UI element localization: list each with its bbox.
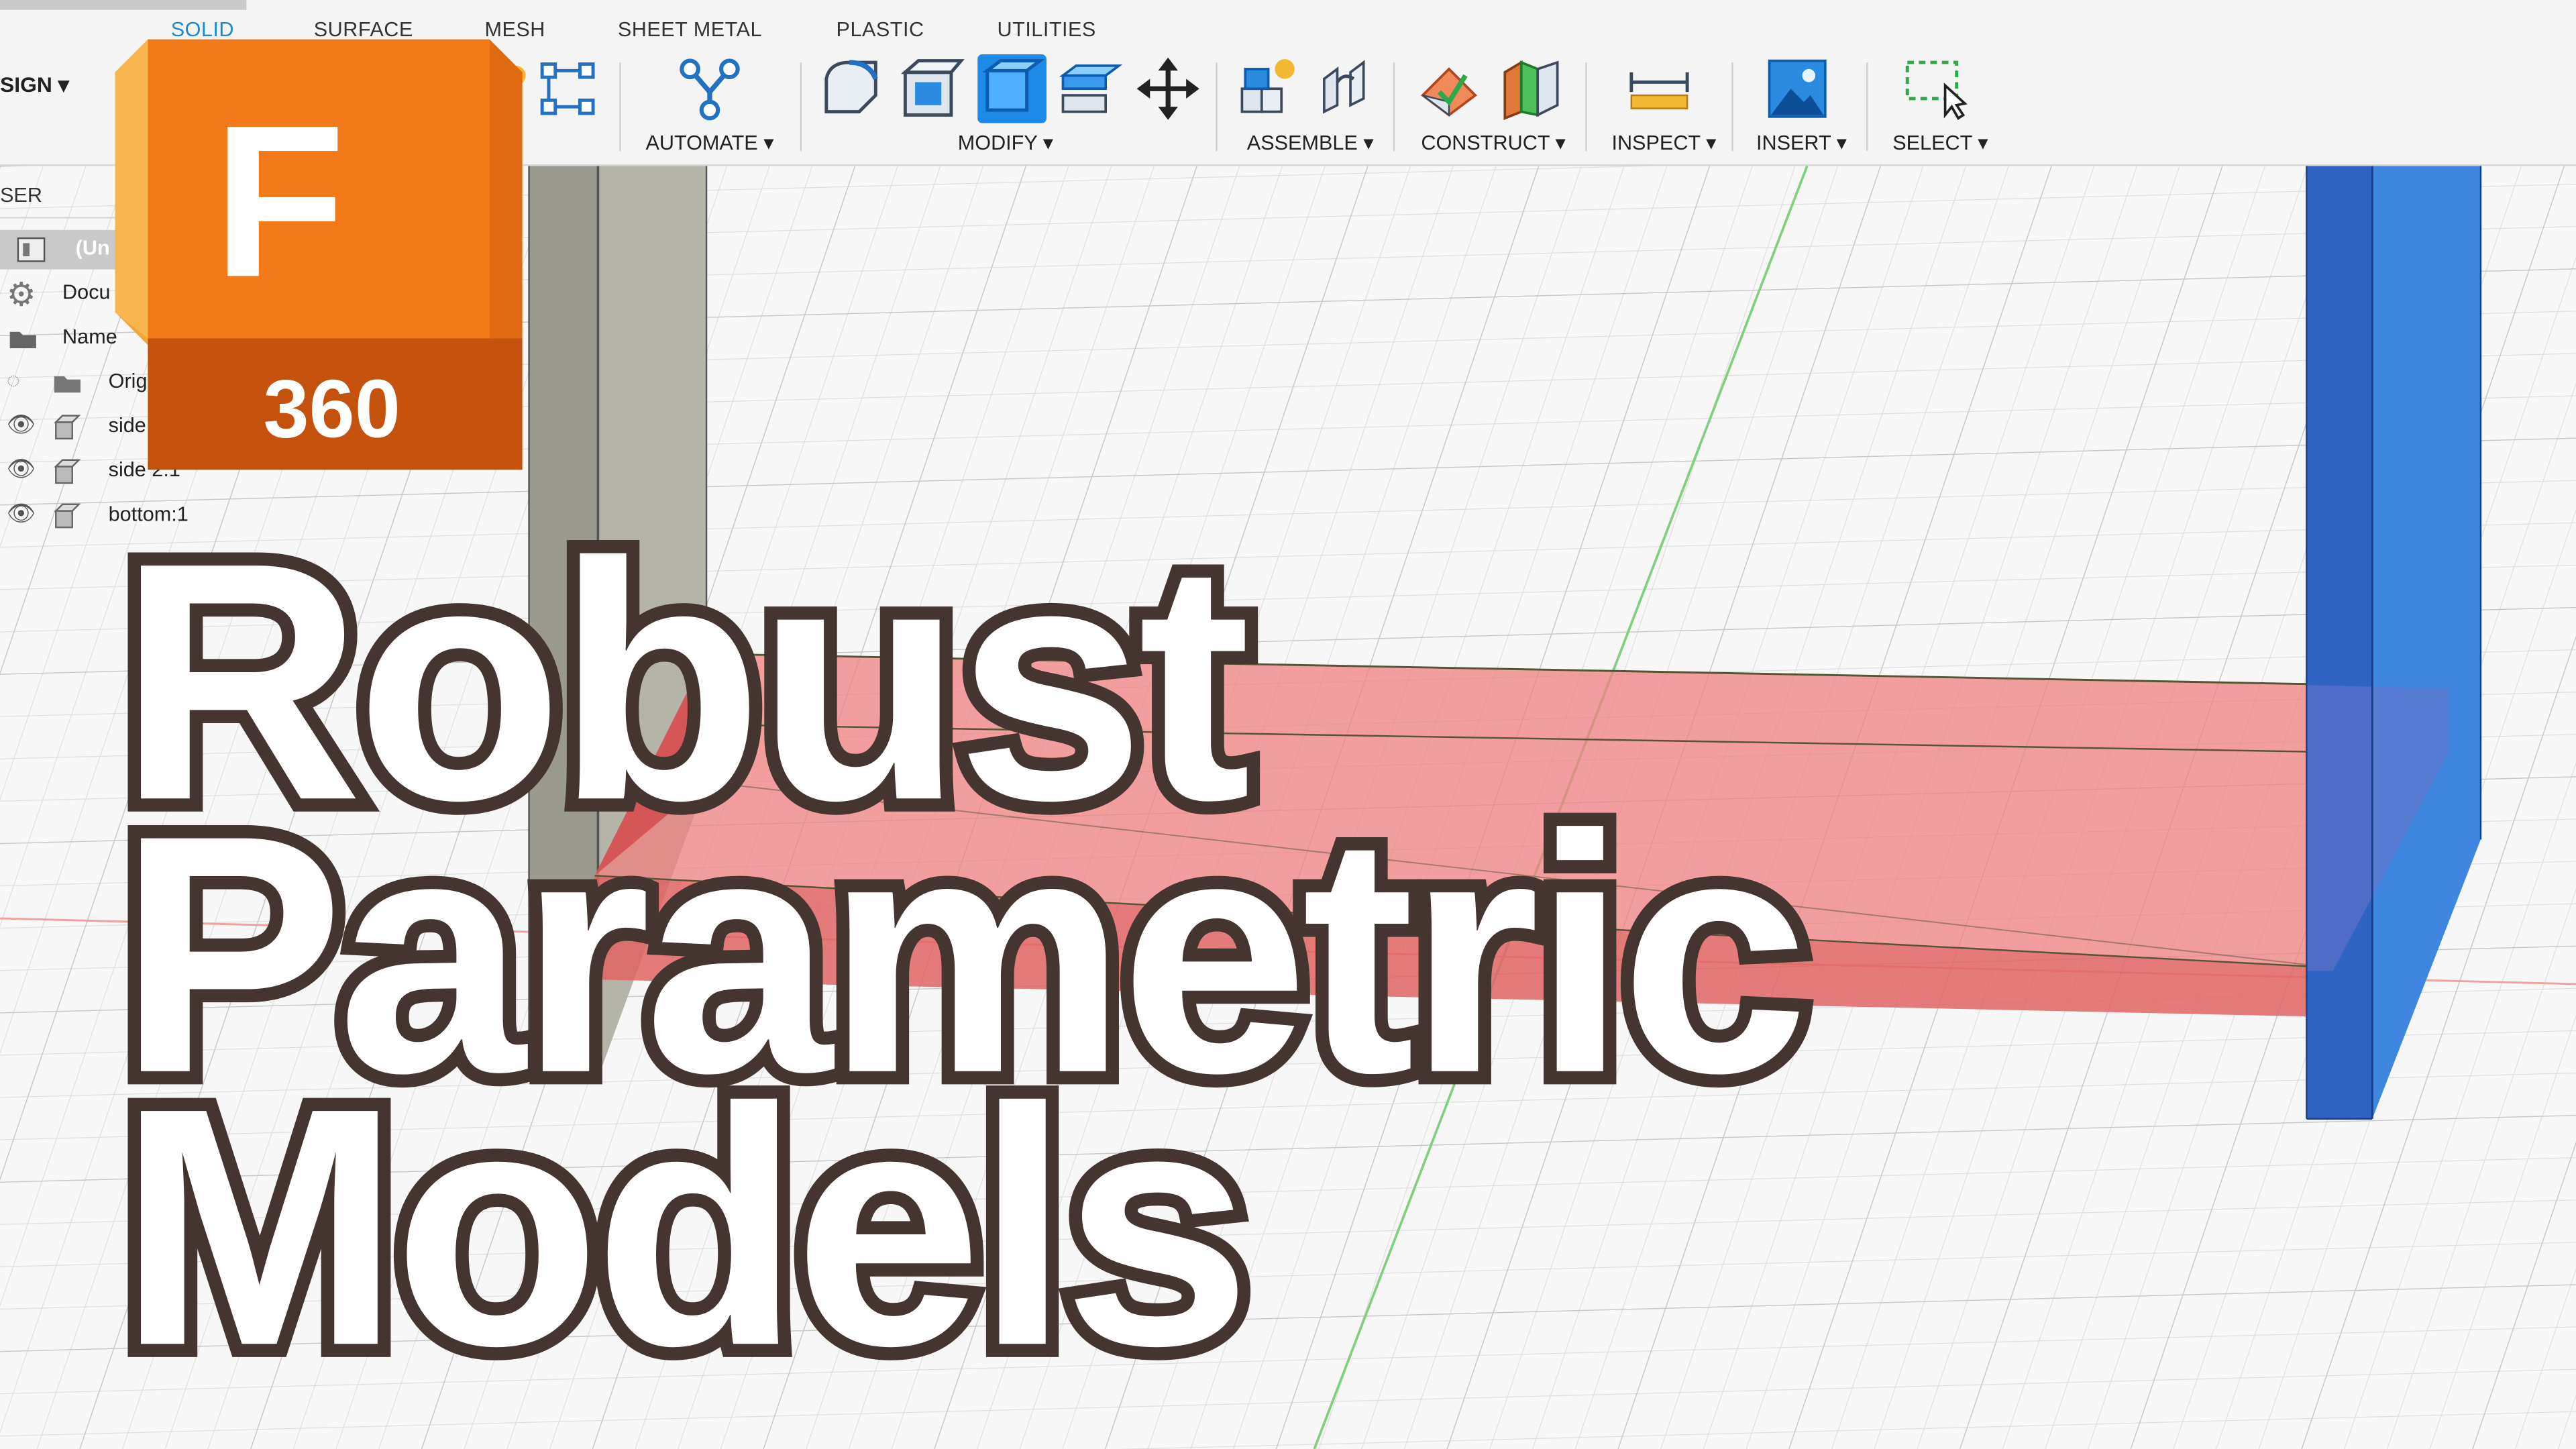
folder-icon <box>54 376 81 393</box>
toolbar-separator <box>619 62 621 152</box>
midplane-icon[interactable] <box>1498 56 1564 121</box>
construct-label: CONSTRUCT <box>1421 131 1550 155</box>
toolbar-separator <box>1216 62 1218 152</box>
visibility-hidden-icon[interactable]: ◌ <box>7 366 20 392</box>
automate-label: AUTOMATE <box>645 131 758 155</box>
body-icon <box>54 459 81 484</box>
insert-label: INSERT <box>1756 131 1831 155</box>
workspace-switcher[interactable]: SIGN ▾ <box>0 72 69 99</box>
toolbar-separator <box>1866 62 1868 152</box>
tab-scroll-indicator <box>0 0 247 10</box>
workspace-label: SIGN <box>0 72 52 97</box>
browser-title: SER <box>0 184 42 207</box>
press-pull-icon[interactable] <box>820 56 885 121</box>
automate-icon[interactable] <box>677 56 743 121</box>
folder-icon <box>9 331 36 349</box>
root-item-label: (Un <box>75 236 110 260</box>
insert-menu[interactable]: INSERT ▾ <box>1756 129 1847 154</box>
offset-plane-icon[interactable] <box>1416 56 1482 121</box>
tab-sheet-metal[interactable]: SHEET METAL <box>618 18 762 41</box>
select-menu[interactable]: SELECT ▾ <box>1892 129 1988 154</box>
fillet-icon[interactable] <box>899 56 965 121</box>
gear-icon: ⚙ <box>6 277 36 314</box>
fusion-360-logo: F 360 <box>115 39 523 470</box>
move-copy-icon[interactable] <box>1135 56 1201 121</box>
eye-icon[interactable]: 👁 <box>7 411 36 439</box>
tab-utilities[interactable]: UTILITIES <box>998 18 1096 41</box>
joint-icon[interactable] <box>1314 56 1380 121</box>
toolbar-separator <box>1731 62 1733 152</box>
automate-menu[interactable]: AUTOMATE ▾ <box>645 129 773 154</box>
body-icon <box>54 415 81 440</box>
inspect-menu[interactable]: INSPECT ▾ <box>1611 129 1716 154</box>
select-window-icon[interactable] <box>1902 56 1968 121</box>
document-icon <box>17 237 46 262</box>
create-sketch-icon[interactable] <box>537 56 603 121</box>
insert-image-icon[interactable] <box>1768 59 1827 118</box>
browser-item-label: Docu <box>62 280 111 305</box>
toolbar-separator <box>1585 62 1587 152</box>
title-line-3: Models <box>105 1038 1265 1417</box>
select-label: SELECT <box>1892 131 1972 155</box>
inspect-label: INSPECT <box>1611 131 1701 155</box>
modify-label: MODIFY <box>957 131 1038 155</box>
eye-icon[interactable]: 👁 <box>7 499 36 527</box>
toolbar-separator <box>800 62 802 152</box>
tab-plastic[interactable]: PLASTIC <box>837 18 924 41</box>
split-body-icon[interactable] <box>1057 56 1122 121</box>
construct-menu[interactable]: CONSTRUCT ▾ <box>1421 129 1566 154</box>
browser-item-label: Name <box>62 325 117 349</box>
thumbnail: SOLID SURFACE MESH SHEET METAL PLASTIC U… <box>0 0 2576 1449</box>
assemble-menu[interactable]: ASSEMBLE ▾ <box>1247 129 1374 154</box>
body-icon <box>54 503 81 529</box>
toolbar-separator <box>1393 62 1395 152</box>
modify-menu[interactable]: MODIFY ▾ <box>958 129 1053 154</box>
logo-letter: F <box>213 79 345 322</box>
shell-icon[interactable] <box>977 54 1047 123</box>
measure-icon[interactable] <box>1626 56 1692 121</box>
new-component-icon[interactable] <box>1236 56 1301 121</box>
eye-icon[interactable]: 👁 <box>7 455 36 483</box>
assemble-label: ASSEMBLE <box>1246 131 1358 155</box>
logo-number: 360 <box>264 362 400 454</box>
